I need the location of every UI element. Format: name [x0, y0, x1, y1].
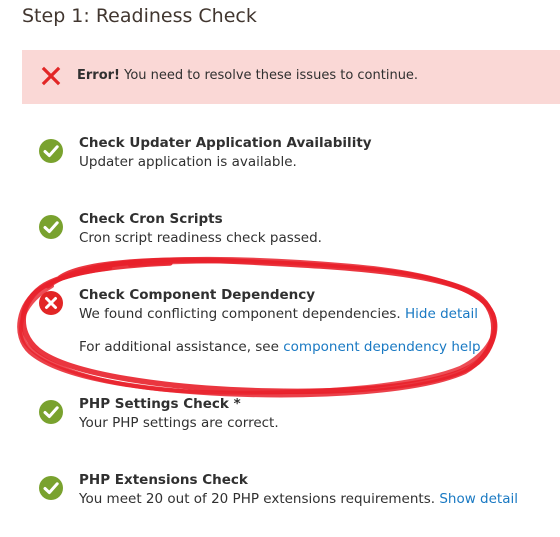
error-circle-icon — [38, 290, 64, 316]
check-circle-icon — [38, 214, 64, 240]
check-title: PHP Extensions Check — [79, 472, 248, 488]
x-icon — [41, 66, 61, 86]
check-description: Cron script readiness check passed. — [79, 230, 322, 246]
component-dependency-help-link[interactable]: component dependency help — [283, 339, 480, 355]
help-prefix: For additional assistance, see — [79, 339, 279, 355]
check-description: You meet 20 out of 20 PHP extensions req… — [79, 491, 518, 507]
check-title: Check Component Dependency — [79, 287, 316, 303]
page-title: Step 1: Readiness Check — [22, 5, 257, 27]
error-banner: Error! You need to resolve these issues … — [22, 50, 560, 104]
check-help: For additional assistance, see component… — [79, 339, 489, 355]
check-description: Updater application is available. — [79, 154, 297, 170]
error-text: You need to resolve these issues to cont… — [124, 68, 419, 83]
check-circle-icon — [38, 399, 64, 425]
help-suffix: . — [484, 339, 490, 355]
check-circle-icon — [38, 138, 64, 164]
check-description: Your PHP settings are correct. — [79, 415, 279, 431]
check-title: Check Updater Application Availability — [79, 135, 372, 151]
check-title: Check Cron Scripts — [79, 211, 223, 227]
error-message: Error! You need to resolve these issues … — [77, 68, 418, 83]
show-detail-link[interactable]: Show detail — [439, 491, 518, 507]
check-circle-icon — [38, 475, 64, 501]
check-title: PHP Settings Check * — [79, 396, 241, 412]
error-label: Error! — [77, 68, 120, 83]
check-description-text: You meet 20 out of 20 PHP extensions req… — [79, 491, 436, 507]
check-description-text: We found conflicting component dependenc… — [79, 306, 401, 322]
hide-detail-link[interactable]: Hide detail — [405, 306, 478, 322]
check-description: We found conflicting component dependenc… — [79, 306, 478, 322]
readiness-check-page: Step 1: Readiness Check Error! You need … — [0, 0, 560, 537]
